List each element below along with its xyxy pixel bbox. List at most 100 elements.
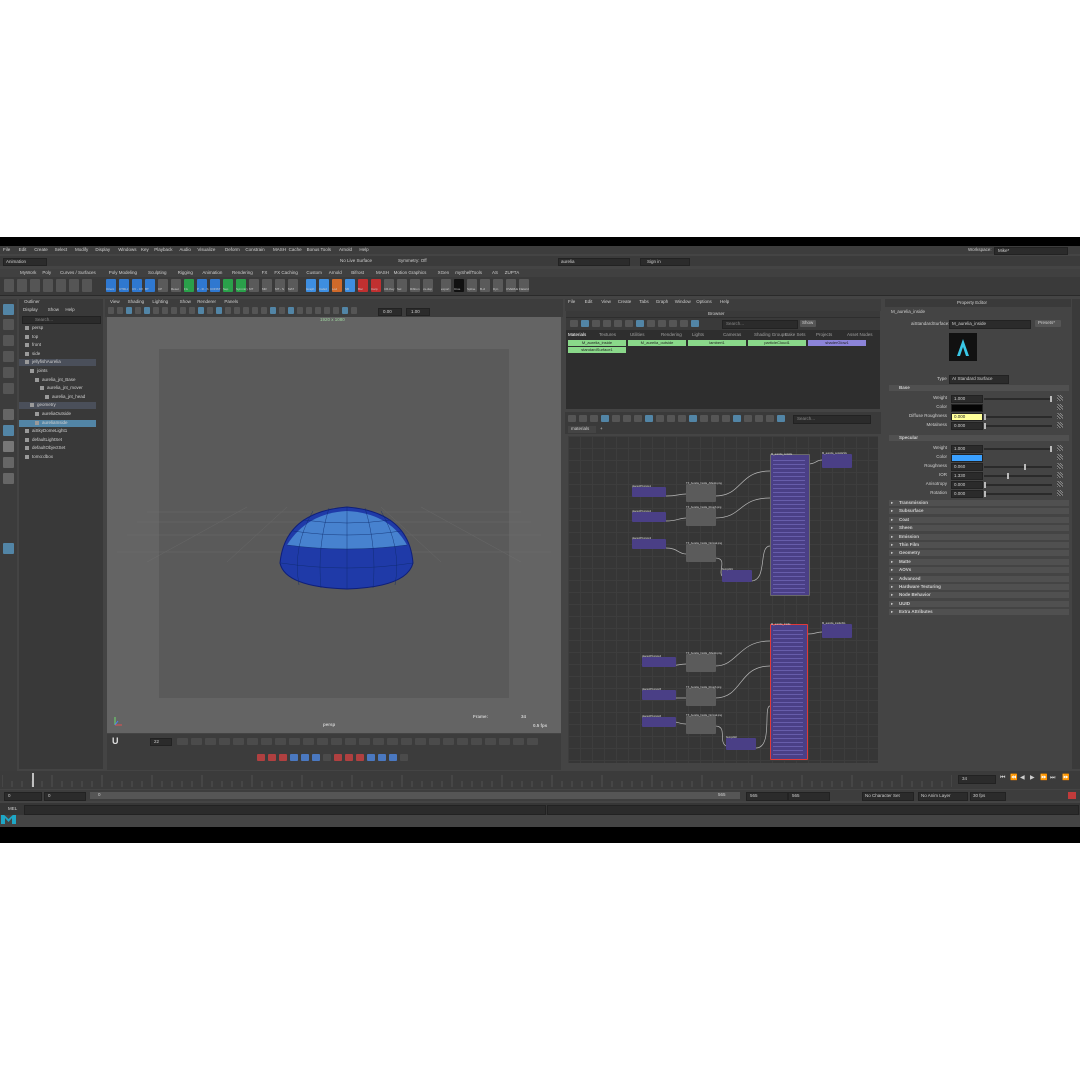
viewport-bottom2-icon[interactable] bbox=[279, 754, 287, 761]
menu-item-0[interactable]: File bbox=[3, 247, 10, 253]
viewport-bottom2-icon[interactable] bbox=[400, 754, 408, 761]
shelf-misc-icon[interactable] bbox=[30, 279, 40, 292]
menu-item-17[interactable]: Help bbox=[359, 247, 368, 253]
viewport-menu-item-2[interactable]: Lighting bbox=[152, 299, 168, 305]
viewport-tool-icon[interactable] bbox=[207, 307, 213, 314]
layout-outliner-icon[interactable] bbox=[3, 457, 14, 468]
viewport-bottom-icon[interactable] bbox=[219, 738, 230, 745]
shelf-button-23[interactable]: Ribbon bbox=[410, 279, 420, 292]
viewport-bottom2-icon[interactable] bbox=[356, 754, 364, 761]
viewport-bottom-icon[interactable] bbox=[191, 738, 202, 745]
shelf-button-30[interactable]: OVERLE bbox=[506, 279, 518, 292]
node-editor-tool-icon[interactable] bbox=[645, 415, 653, 422]
shelf-tab-5[interactable]: Rigging bbox=[178, 270, 193, 276]
shelf-button-0[interactable]: Orient bbox=[106, 279, 116, 292]
attr-field[interactable]: 0.000 bbox=[951, 481, 983, 489]
shelf-button-8[interactable]: CONST bbox=[210, 279, 221, 292]
viewport-tool-icon[interactable] bbox=[135, 307, 141, 314]
viewport-bottom-icon[interactable] bbox=[429, 738, 440, 745]
collapsed-section[interactable]: ▸ Extra Attributes bbox=[889, 609, 1069, 616]
viewport-tool-icon[interactable] bbox=[243, 307, 249, 314]
fps-select[interactable]: 30 fps bbox=[970, 792, 1006, 801]
viewport-tool-icon[interactable] bbox=[333, 307, 339, 314]
browser-tool-icon[interactable] bbox=[592, 320, 600, 327]
hypershade-menu-item-8[interactable]: Help bbox=[720, 299, 729, 305]
shelf-button-16[interactable]: CaGd bbox=[319, 279, 329, 292]
browser-tool-icon[interactable] bbox=[636, 320, 644, 327]
graph-node[interactable]: M_aurelia_outside bbox=[770, 453, 810, 596]
attr-field[interactable]: 0.060 bbox=[951, 463, 983, 471]
viewport-tool-icon[interactable] bbox=[225, 307, 231, 314]
range-start-field[interactable]: 0 bbox=[4, 792, 42, 801]
viewport-tool-icon[interactable] bbox=[261, 307, 267, 314]
viewport-bottom2-icon[interactable] bbox=[334, 754, 342, 761]
graph-node[interactable]: place2dTexture3 bbox=[632, 537, 666, 549]
node-editor-tool-icon[interactable] bbox=[656, 415, 664, 422]
shelf-button-31[interactable]: Flatwrd bbox=[519, 279, 529, 292]
browser-tab-0[interactable]: Materials bbox=[568, 332, 586, 338]
shelf-button-6[interactable]: Fix bbox=[184, 279, 194, 292]
shelf-misc-icon[interactable] bbox=[43, 279, 53, 292]
outliner-item[interactable]: aureliaInside bbox=[19, 419, 96, 427]
viewport-tool-icon[interactable] bbox=[162, 307, 168, 314]
shelf-tab-14[interactable]: Motion Graphics bbox=[394, 270, 427, 276]
shelf-button-15[interactable]: Graph bbox=[306, 279, 316, 292]
shelf-button-28[interactable]: B-cl bbox=[480, 279, 490, 292]
shelf-button-12[interactable]: MR bbox=[262, 279, 272, 292]
viewport-bottom2-icon[interactable] bbox=[378, 754, 386, 761]
texture-map-icon[interactable] bbox=[1057, 395, 1063, 401]
browser-tool-icon[interactable] bbox=[669, 320, 677, 327]
viewport-bottom-icon[interactable] bbox=[205, 738, 216, 745]
node-editor-tool-icon[interactable] bbox=[722, 415, 730, 422]
viewport-bottom2-icon[interactable] bbox=[345, 754, 353, 761]
select-tool-icon[interactable] bbox=[3, 304, 14, 315]
menu-item-2[interactable]: Create bbox=[34, 247, 48, 253]
viewport-bottom2-icon[interactable] bbox=[367, 754, 375, 761]
viewport-bottom-icon[interactable] bbox=[401, 738, 412, 745]
attr-slider[interactable] bbox=[984, 482, 1052, 488]
shelf-misc-icon[interactable] bbox=[82, 279, 92, 292]
bottom-field[interactable]: 22 bbox=[150, 738, 172, 746]
menu-item-4[interactable]: Modify bbox=[75, 247, 88, 253]
show-button[interactable]: Show bbox=[800, 320, 816, 327]
graph-search[interactable]: Search... bbox=[793, 415, 871, 424]
shelf-tab-15[interactable]: XGen bbox=[438, 270, 450, 276]
attr-field[interactable]: 1.000 bbox=[951, 395, 983, 403]
shelf-tab-11[interactable]: Arnold bbox=[329, 270, 342, 276]
viewport-tool-icon[interactable] bbox=[171, 307, 177, 314]
node-editor-tool-icon[interactable] bbox=[766, 415, 774, 422]
shelf-button-14[interactable]: MAT bbox=[288, 279, 298, 292]
node-graph[interactable]: place2dTexture1 TX_Aurelia_Inside_Albedo.… bbox=[568, 436, 878, 763]
play-back-icon[interactable]: ◀ bbox=[1020, 775, 1025, 781]
specular-section-header[interactable]: Specular bbox=[889, 435, 1069, 441]
play-forward-icon[interactable]: ▶ bbox=[1030, 775, 1035, 781]
browser-tab-1[interactable]: Textures bbox=[599, 332, 616, 338]
node-editor-tool-icon[interactable] bbox=[700, 415, 708, 422]
shelf-button-9[interactable]: Sep bbox=[223, 279, 233, 292]
texture-map-icon[interactable] bbox=[1057, 490, 1063, 496]
shelf-button-22[interactable]: Sel bbox=[397, 279, 407, 292]
viewport-tool-icon[interactable] bbox=[108, 307, 114, 314]
shelf-button-2[interactable]: CV - CV bbox=[132, 279, 143, 292]
shelf-tab-17[interactable]: AS bbox=[492, 270, 498, 276]
collapsed-section[interactable]: ▸ Thin Film bbox=[889, 542, 1069, 548]
range-bar[interactable]: 0 565 bbox=[90, 792, 740, 799]
time-slider[interactable]: 34 ⏮ ⏪ ◀ ▶ ⏩ ⏭ ⏩ bbox=[0, 771, 1080, 789]
shelf-button-1[interactable]: CTRLz bbox=[119, 279, 129, 292]
viewport-tool-icon[interactable] bbox=[315, 307, 321, 314]
collapsed-section[interactable]: ▸ Subsurface bbox=[889, 508, 1069, 515]
graph-node[interactable]: place2dTexture4 bbox=[642, 655, 676, 667]
shelf-tab-7[interactable]: Rendering bbox=[232, 270, 253, 276]
base-section-header[interactable]: Base bbox=[889, 385, 1069, 391]
texture-map-icon[interactable] bbox=[1057, 463, 1063, 469]
graph-node[interactable]: TX_Aurelia_Inside_Normal.png bbox=[686, 542, 722, 562]
browser-tab-3[interactable]: Rendering bbox=[661, 332, 682, 338]
attr-field[interactable]: 0.000 bbox=[951, 413, 983, 421]
shelf-tab-12[interactable]: Bifrost bbox=[351, 270, 364, 276]
viewport-tool-icon[interactable] bbox=[342, 307, 348, 314]
outliner-item[interactable]: aurelia_jnt_mover bbox=[19, 385, 96, 392]
shelf-button-25[interactable]: export bbox=[441, 279, 451, 292]
node-editor-tool-icon[interactable] bbox=[744, 415, 752, 422]
menu-item-11[interactable]: Deform bbox=[225, 247, 240, 253]
node-editor-tool-icon[interactable] bbox=[755, 415, 763, 422]
